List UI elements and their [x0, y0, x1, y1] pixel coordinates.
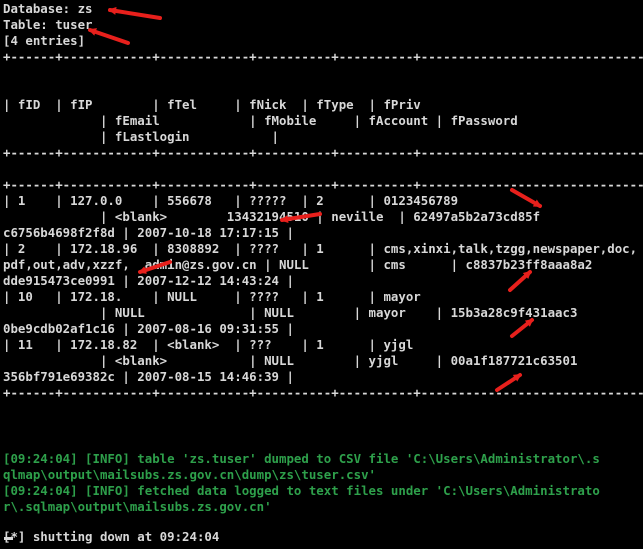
table-row: | <blank> | NULL | yjgl | 00a1f187721c63…: [3, 353, 578, 368]
table-row: | NULL | NULL | mayor | 15b3a28c9f431aac…: [3, 305, 578, 320]
arrow-icon: [108, 6, 162, 20]
table-row: c6756b4698f2f8d | 2007-10-18 17:17:15 |: [3, 225, 294, 240]
header-row: | fEmail | fMobile | fAccount | fPasswor…: [3, 113, 518, 128]
table-border: +------+------------+------------+------…: [3, 177, 643, 192]
arrow-icon: [510, 318, 534, 338]
text-cursor: [4, 537, 13, 540]
arrow-icon: [508, 270, 532, 292]
info-message: qlmap\output\mailsubs.zs.gov.cn\dump\zs\…: [3, 467, 376, 482]
table-row: 356bf791e69382c | 2007-08-15 14:46:39 |: [3, 369, 294, 384]
header-row: | fID | fIP | fTel | fNick | fType | fPr…: [3, 97, 421, 112]
info-message: [09:24:04] [INFO] table 'zs.tuser' dumpe…: [3, 451, 600, 466]
info-message: r\.sqlmap\output\mailsubs.zs.gov.cn': [3, 499, 272, 514]
table-row: pdf,out,adv,xzzf, admin@zs.gov.cn | NULL…: [3, 257, 593, 272]
table-border: +------+------------+------------+------…: [3, 385, 643, 400]
table-row: | 1 | 127.0.0 | 556678 | ????? | 2 | 012…: [3, 193, 459, 208]
shutdown-line: [*] shutting down at 09:24:04: [3, 529, 220, 544]
table-row: | <blank> 13432194510 | neville | 62497a…: [3, 209, 541, 224]
info-message: [09:24:04] [INFO] fetched data logged to…: [3, 483, 600, 498]
table-row: 0be9cdb02af1c16 | 2007-08-16 09:31:55 |: [3, 321, 294, 336]
table-row: | 10 | 172.18. | NULL | ???? | 1 | mayor: [3, 289, 421, 304]
table-line: Table: tuser: [3, 17, 93, 32]
arrow-icon: [88, 28, 130, 45]
table-row: | 11 | 172.18.82 | <blank> | ??? | 1 | y…: [3, 337, 414, 352]
table-row: dde915473ce0991 | 2007-12-12 14:43:24 |: [3, 273, 294, 288]
entries-line: [4 entries]: [3, 33, 86, 48]
table-border: +------+------------+------------+------…: [3, 145, 643, 160]
terminal-window[interactable]: Database: zs Table: tuser [4 entries] +-…: [0, 0, 643, 549]
table-border: +------+------------+------------+------…: [3, 49, 643, 64]
header-row: | fLastlogin |: [3, 129, 280, 144]
database-line: Database: zs: [3, 1, 93, 16]
table-row: | 2 | 172.18.96 | 8308892 | ???? | 1 | c…: [3, 241, 638, 256]
